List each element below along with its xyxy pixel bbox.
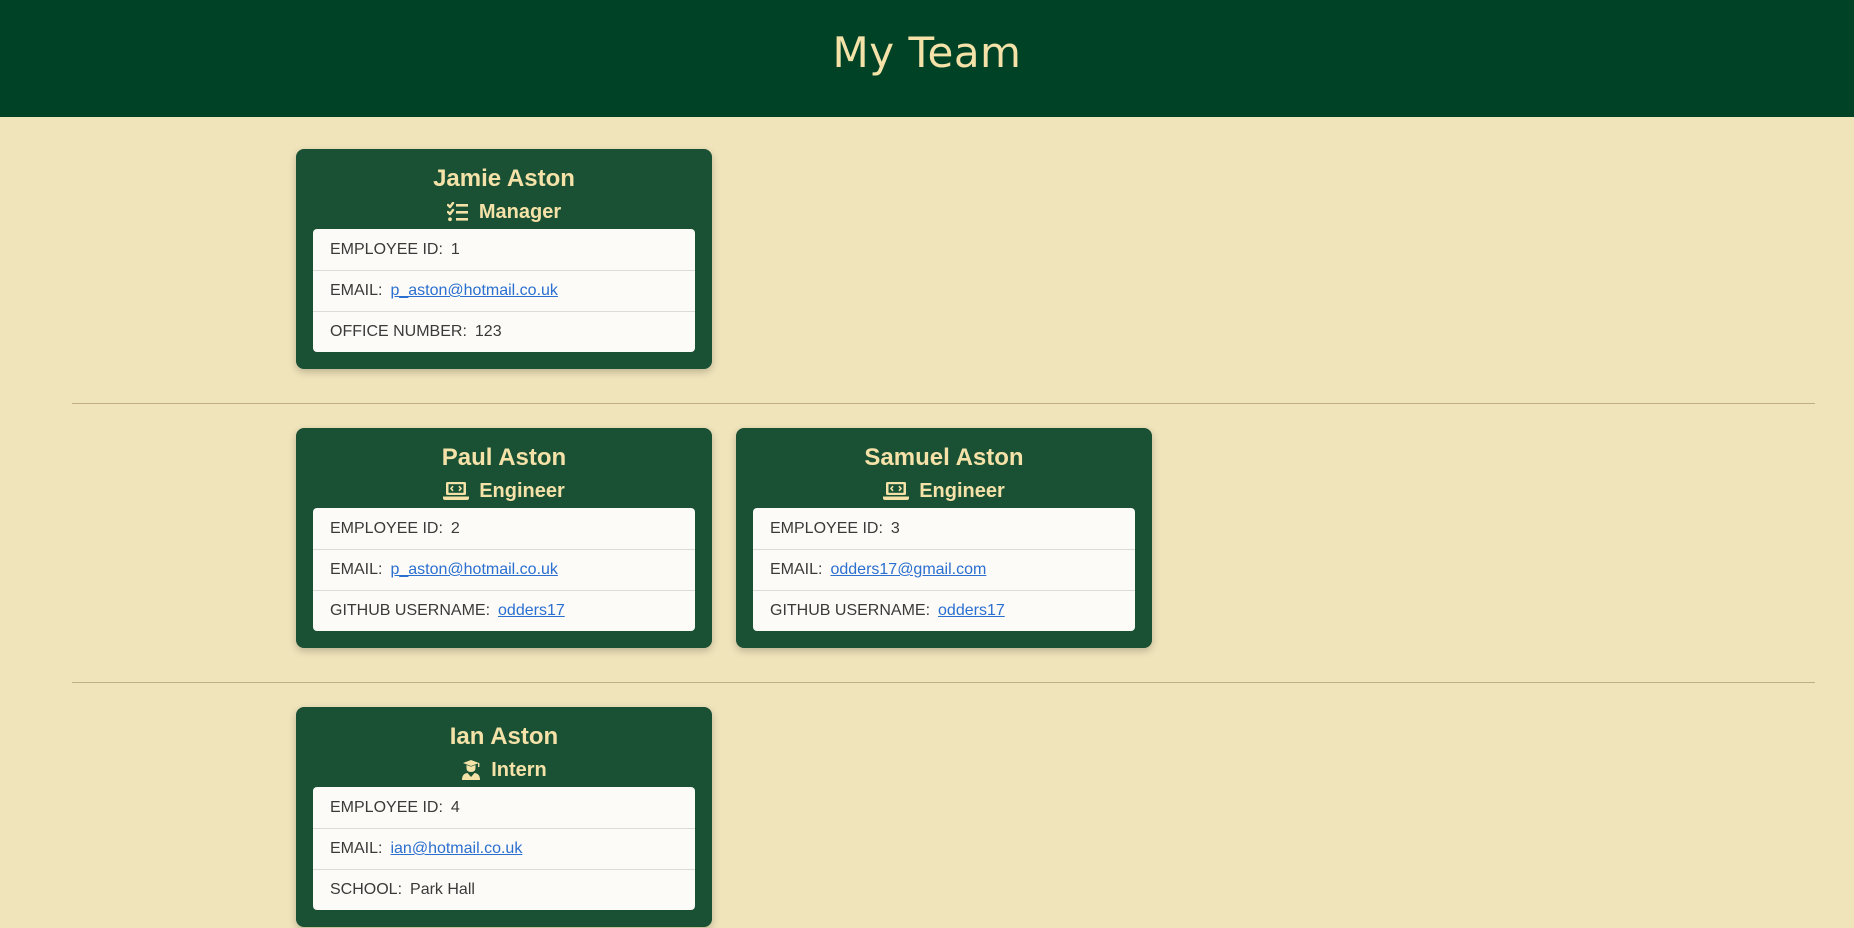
employee-info-list: EMPLOYEE ID: 4 EMAIL: ian@hotmail.co.uk … (313, 787, 695, 910)
employee-info-list: EMPLOYEE ID: 3 EMAIL: odders17@gmail.com… (753, 508, 1135, 631)
employee-id-value: 3 (890, 519, 900, 537)
email-link[interactable]: p_aston@hotmail.co.uk (390, 561, 557, 579)
employee-role: Manager (313, 195, 695, 229)
email-link[interactable]: ian@hotmail.co.uk (390, 840, 522, 858)
graduate-icon (461, 759, 481, 781)
github-link[interactable]: odders17 (498, 602, 565, 620)
laptop-code-icon (443, 481, 470, 501)
role-label: Engineer (919, 479, 1005, 502)
office-number-row: OFFICE NUMBER: 123 (313, 311, 695, 352)
email-label: EMAIL: (330, 840, 383, 857)
employee-role: Engineer (313, 474, 695, 508)
github-link[interactable]: odders17 (938, 602, 1005, 620)
employee-name: Paul Aston (441, 444, 567, 471)
github-row: GITHUB USERNAME: odders17 (753, 590, 1135, 631)
employee-info-list: EMPLOYEE ID: 1 EMAIL: p_aston@hotmail.co… (313, 229, 695, 352)
employee-id-row: EMPLOYEE ID: 2 (313, 508, 695, 549)
email-row: EMAIL: p_aston@hotmail.co.uk (313, 270, 695, 311)
github-label: GITHUB USERNAME: (330, 602, 491, 619)
employee-name: Jamie Aston (433, 165, 575, 192)
employee-id-label: EMPLOYEE ID: (330, 798, 443, 816)
employee-id-label: EMPLOYEE ID: (330, 240, 443, 258)
employee-name: Samuel Aston (864, 444, 1024, 471)
employee-id-row: EMPLOYEE ID: 1 (313, 229, 695, 270)
github-label: GITHUB USERNAME: (770, 602, 931, 619)
email-row: EMAIL: ian@hotmail.co.uk (313, 828, 695, 869)
office-number-value: 123 (474, 323, 502, 340)
employee-id-label: EMPLOYEE ID: (330, 519, 443, 537)
section-divider (72, 403, 1815, 404)
email-label: EMAIL: (770, 561, 823, 578)
employee-id-value: 1 (450, 240, 460, 258)
section-divider (72, 682, 1815, 683)
role-label: Intern (491, 758, 547, 781)
email-link[interactable]: odders17@gmail.com (830, 561, 986, 579)
employee-role: Engineer (753, 474, 1135, 508)
email-label: EMAIL: (330, 282, 383, 299)
intern-card: Ian Aston Intern EMPLOYEE ID: 4 EMAIL: i… (296, 707, 712, 927)
school-row: SCHOOL: Park Hall (313, 869, 695, 910)
engineer-card: Samuel Aston Engineer EMPLOYEE ID: 3 EMA… (736, 428, 1152, 648)
page-title: My Team (832, 28, 1022, 77)
tasks-list-icon (446, 202, 469, 222)
employee-role: Intern (313, 753, 695, 787)
school-label: SCHOOL: (330, 881, 403, 898)
email-row: EMAIL: odders17@gmail.com (753, 549, 1135, 590)
employee-name: Ian Aston (449, 723, 559, 750)
role-label: Engineer (479, 479, 565, 502)
office-number-label: OFFICE NUMBER: (330, 323, 467, 340)
employee-id-row: EMPLOYEE ID: 4 (313, 787, 695, 828)
email-link[interactable]: p_aston@hotmail.co.uk (390, 282, 557, 300)
manager-card: Jamie Aston Manager EMPLOYEE ID: 1 EMAIL… (296, 149, 712, 369)
email-row: EMAIL: p_aston@hotmail.co.uk (313, 549, 695, 590)
role-label: Manager (478, 200, 562, 223)
employee-id-label: EMPLOYEE ID: (770, 519, 883, 537)
engineer-card: Paul Aston Engineer EMPLOYEE ID: 2 EMAIL… (296, 428, 712, 648)
laptop-code-icon (883, 481, 910, 501)
employee-info-list: EMPLOYEE ID: 2 EMAIL: p_aston@hotmail.co… (313, 508, 695, 631)
github-row: GITHUB USERNAME: odders17 (313, 590, 695, 631)
email-label: EMAIL: (330, 561, 383, 578)
employee-id-value: 4 (450, 798, 460, 816)
employee-id-value: 2 (450, 519, 460, 537)
employee-id-row: EMPLOYEE ID: 3 (753, 508, 1135, 549)
school-value: Park Hall (410, 881, 475, 898)
page-header: My Team (0, 0, 1854, 117)
